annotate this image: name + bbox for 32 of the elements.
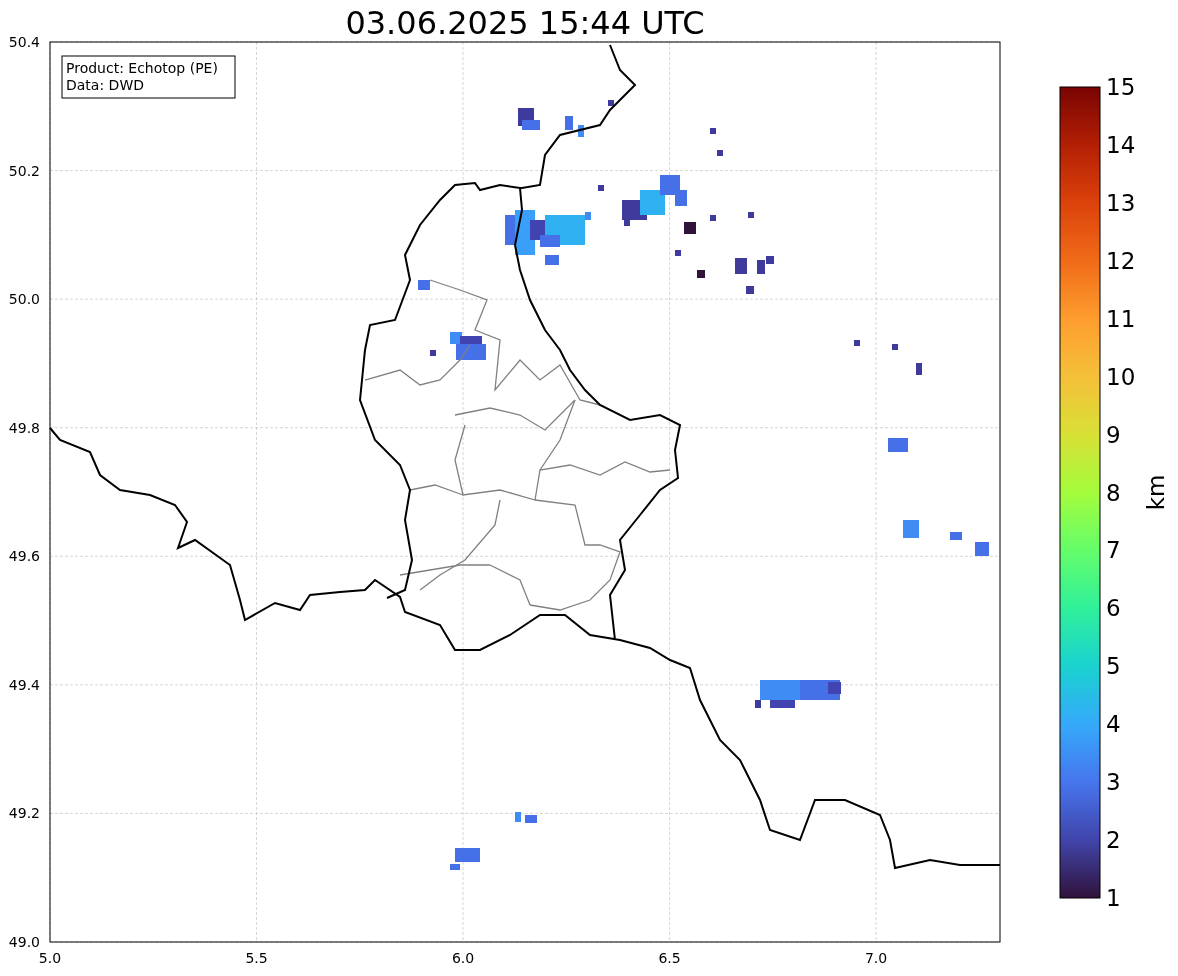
- legend-text: Data: DWD: [66, 77, 144, 93]
- y-tick-label: 50.2: [8, 162, 40, 179]
- x-tick-label: 7.0: [864, 950, 888, 966]
- colorbar-tick-label: 10: [1106, 363, 1136, 390]
- colorbar-tick-label: 6: [1106, 595, 1121, 622]
- colorbar-tick-label: 1: [1106, 885, 1121, 911]
- x-tick-label: 5.0: [38, 950, 62, 966]
- y-tick-label: 49.4: [8, 676, 40, 693]
- colorbar-tick-label: 8: [1106, 479, 1121, 506]
- y-tick-label: 50.4: [8, 34, 40, 50]
- colorbar-label: km: [1143, 474, 1169, 511]
- x-tick-label: 5.5: [245, 950, 268, 966]
- colorbar-tick-label: 2: [1106, 827, 1121, 854]
- colorbar-tick-label: 4: [1106, 711, 1121, 738]
- y-tick-label: 49.6: [8, 548, 40, 565]
- colorbar-tick-label: 12: [1106, 247, 1136, 274]
- colorbar-tick-label: 13: [1106, 189, 1136, 216]
- colorbar-tick-label: 9: [1106, 421, 1121, 448]
- y-tick-label: 49.0: [8, 934, 40, 950]
- colorbar-tick-label: 15: [1106, 74, 1136, 100]
- y-tick-label: 50.0: [8, 291, 40, 308]
- y-tick-label: 49.2: [8, 805, 40, 822]
- x-tick-label: 6.5: [658, 950, 681, 966]
- legend-text: Product: Echotop (PE): [66, 60, 218, 76]
- colorbar-tick-label: 14: [1106, 131, 1136, 158]
- colorbar-tick-label: 5: [1106, 653, 1121, 680]
- y-tick-label: 49.8: [8, 419, 40, 436]
- colorbar-tick-label: 7: [1106, 537, 1121, 564]
- chart-title: 03.06.2025 15:44 UTC: [345, 4, 705, 42]
- colorbar-tick-label: 11: [1106, 305, 1136, 332]
- colorbar-tick-label: 3: [1106, 769, 1121, 796]
- x-tick-label: 6.0: [451, 950, 475, 966]
